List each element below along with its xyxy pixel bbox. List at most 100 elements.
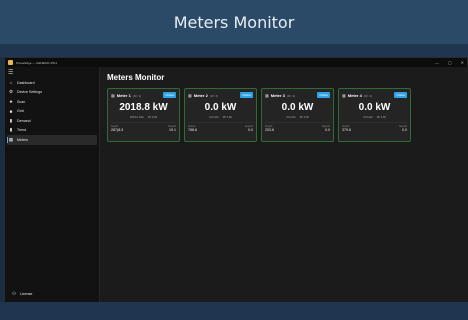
export-value: 0.0 (248, 128, 253, 132)
pf-value: PF 0.00 (299, 116, 309, 119)
card-header: ▦ Meter 4 (ID: 4) Online (342, 92, 407, 98)
divider (342, 122, 407, 123)
kvar-value: 2004.0 kVar (130, 116, 144, 119)
meter-icon: ▦ (111, 93, 115, 98)
sidebar-item-dashboard[interactable]: ⌂ Dashboard (5, 78, 99, 88)
meter-icon: ▦ (265, 93, 269, 98)
sidebar-item-label: Scan (17, 99, 26, 104)
banner-title: Meters Monitor (173, 12, 295, 32)
user-icon: ⚇ (11, 291, 17, 297)
import-stat: Import 287(8.5 (111, 125, 123, 132)
maximize-button[interactable]: ▢ (448, 58, 452, 67)
meter-id: (ID: 1) (132, 93, 142, 98)
window-controls: — ▢ ✕ (435, 58, 464, 67)
status-badge: Online (163, 92, 176, 98)
meter-name: Meter 3 (270, 93, 285, 98)
sub-readings: 0.0 kVar PF 0.00 (185, 116, 256, 119)
trend-chart-icon: ▮ (9, 127, 13, 133)
sidebar-item-grid[interactable]: ■ Grid (5, 107, 99, 117)
sidebar: ☰ ⌂ Dashboard ⚙ Device Settings ★ Scan ■… (5, 67, 99, 303)
export-value: 0.0 (402, 128, 407, 132)
menu-icon[interactable]: ☰ (8, 69, 13, 76)
caption-banner: Meters Monitor (0, 0, 468, 44)
bar-chart-icon: ▮ (9, 117, 13, 123)
pf-value: PF 0.00 (222, 116, 232, 119)
sidebar-item-label: Grid (17, 109, 24, 114)
sub-readings: 0.0 kVar PF 0.00 (339, 116, 410, 119)
sidebar-item-label: Dashboard (17, 80, 35, 85)
sidebar-item-trend[interactable]: ▮ Trend (5, 126, 99, 136)
sub-readings: 2004.0 kVar PF 0.99 (108, 116, 179, 119)
minimize-button[interactable]: — (435, 58, 439, 67)
meter-name: Meter 2 (193, 93, 208, 98)
card-header: ▦ Meter 2 (ID: 2) Online (188, 92, 253, 98)
star-icon: ★ (8, 98, 14, 104)
status-badge: Online (394, 92, 407, 98)
power-value: 0.0 kW (358, 102, 391, 113)
sidebar-item-label: Meters (17, 137, 28, 142)
sidebar-item-device-settings[interactable]: ⚙ Device Settings (5, 88, 99, 98)
sidebar-item-label: Demand (17, 118, 31, 123)
card-header: ▦ Meter 3 (ID: 3) Online (265, 92, 330, 98)
square-icon: ■ (9, 108, 13, 114)
import-stat: Import 203.6 (265, 125, 274, 132)
meter-card-1[interactable]: ▦ Meter 1 (ID: 1) Online 2018.8 kW 2004.… (107, 88, 180, 142)
main-content: Meters Monitor ▦ Meter 1 (ID: 1) Online … (99, 67, 468, 303)
desktop-strip (0, 44, 468, 57)
window-titlebar[interactable]: PowerEdge — GENERIC #511 — ▢ ✕ (5, 58, 467, 67)
meter-icon: ▦ (188, 93, 192, 98)
pf-value: PF 0.99 (147, 116, 157, 119)
window-title: PowerEdge — GENERIC #511 (16, 60, 58, 65)
pf-value: PF 0.00 (376, 116, 386, 119)
meter-card-2[interactable]: ▦ Meter 2 (ID: 2) Online 0.0 kW 0.0 kVar… (184, 88, 257, 142)
meter-id: (ID: 3) (286, 93, 296, 98)
sidebar-item-label: Device Settings (17, 90, 42, 95)
export-stat: Export 19.1 (169, 125, 177, 132)
power-value: 0.0 kW (204, 102, 237, 113)
kvar-value: 0.0 kVar (286, 116, 296, 119)
kvar-value: 0.0 kVar (363, 116, 373, 119)
meter-icon: ▦ (342, 93, 346, 98)
power-value: 2018.8 kW (119, 102, 168, 113)
home-icon: ⌂ (9, 80, 13, 86)
app-window: PowerEdge — GENERIC #511 — ▢ ✕ ☰ ⌂ Dashb… (4, 57, 468, 303)
status-badge: Online (240, 92, 253, 98)
divider (188, 122, 253, 123)
meter-card-3[interactable]: ▦ Meter 3 (ID: 3) Online 0.0 kW 0.0 kVar… (261, 88, 334, 142)
import-stat: Import 788.6 (188, 125, 197, 132)
sidebar-item-meters[interactable]: ▦ Meters (7, 135, 97, 145)
kvar-value: 0.0 kVar (209, 116, 219, 119)
divider (265, 122, 330, 123)
meter-name: Meter 4 (347, 93, 362, 98)
status-badge: Online (317, 92, 330, 98)
gear-icon: ⚙ (8, 89, 14, 95)
sub-readings: 0.0 kVar PF 0.00 (262, 116, 333, 119)
export-stat: Export 0.0 (323, 125, 331, 132)
grid-icon: ▦ (8, 136, 14, 142)
sidebar-nav: ⌂ Dashboard ⚙ Device Settings ★ Scan ■ G… (5, 78, 99, 145)
import-stat: Import 379.6 (342, 125, 351, 132)
export-stat: Export 0.0 (400, 125, 408, 132)
import-value: 287(8.5 (111, 128, 124, 132)
meter-card-4[interactable]: ▦ Meter 4 (ID: 4) Online 0.0 kW 0.0 kVar… (338, 88, 411, 142)
meter-cards: ▦ Meter 1 (ID: 1) Online 2018.8 kW 2004.… (107, 88, 411, 142)
export-value: 0.0 (325, 128, 330, 132)
sidebar-item-demand[interactable]: ▮ Demand (5, 116, 99, 126)
close-button[interactable]: ✕ (461, 58, 464, 67)
import-value: 788.6 (188, 128, 197, 132)
export-stat: Export 0.0 (246, 125, 254, 132)
desktop-taskbar-strip (0, 302, 468, 320)
divider (111, 122, 176, 123)
sidebar-item-label: License (20, 292, 33, 297)
page-title: Meters Monitor (107, 73, 165, 82)
sidebar-item-scan[interactable]: ★ Scan (5, 97, 99, 107)
meter-id: (ID: 4) (363, 93, 373, 98)
sidebar-item-license[interactable]: ⚇ License (8, 290, 32, 300)
import-value: 379.6 (342, 128, 351, 132)
export-value: 19.1 (169, 128, 176, 132)
import-value: 203.6 (265, 128, 274, 132)
app-logo-icon (8, 60, 13, 65)
sidebar-item-label: Trend (17, 128, 27, 133)
power-value: 0.0 kW (281, 102, 314, 113)
card-header: ▦ Meter 1 (ID: 1) Online (111, 92, 176, 98)
